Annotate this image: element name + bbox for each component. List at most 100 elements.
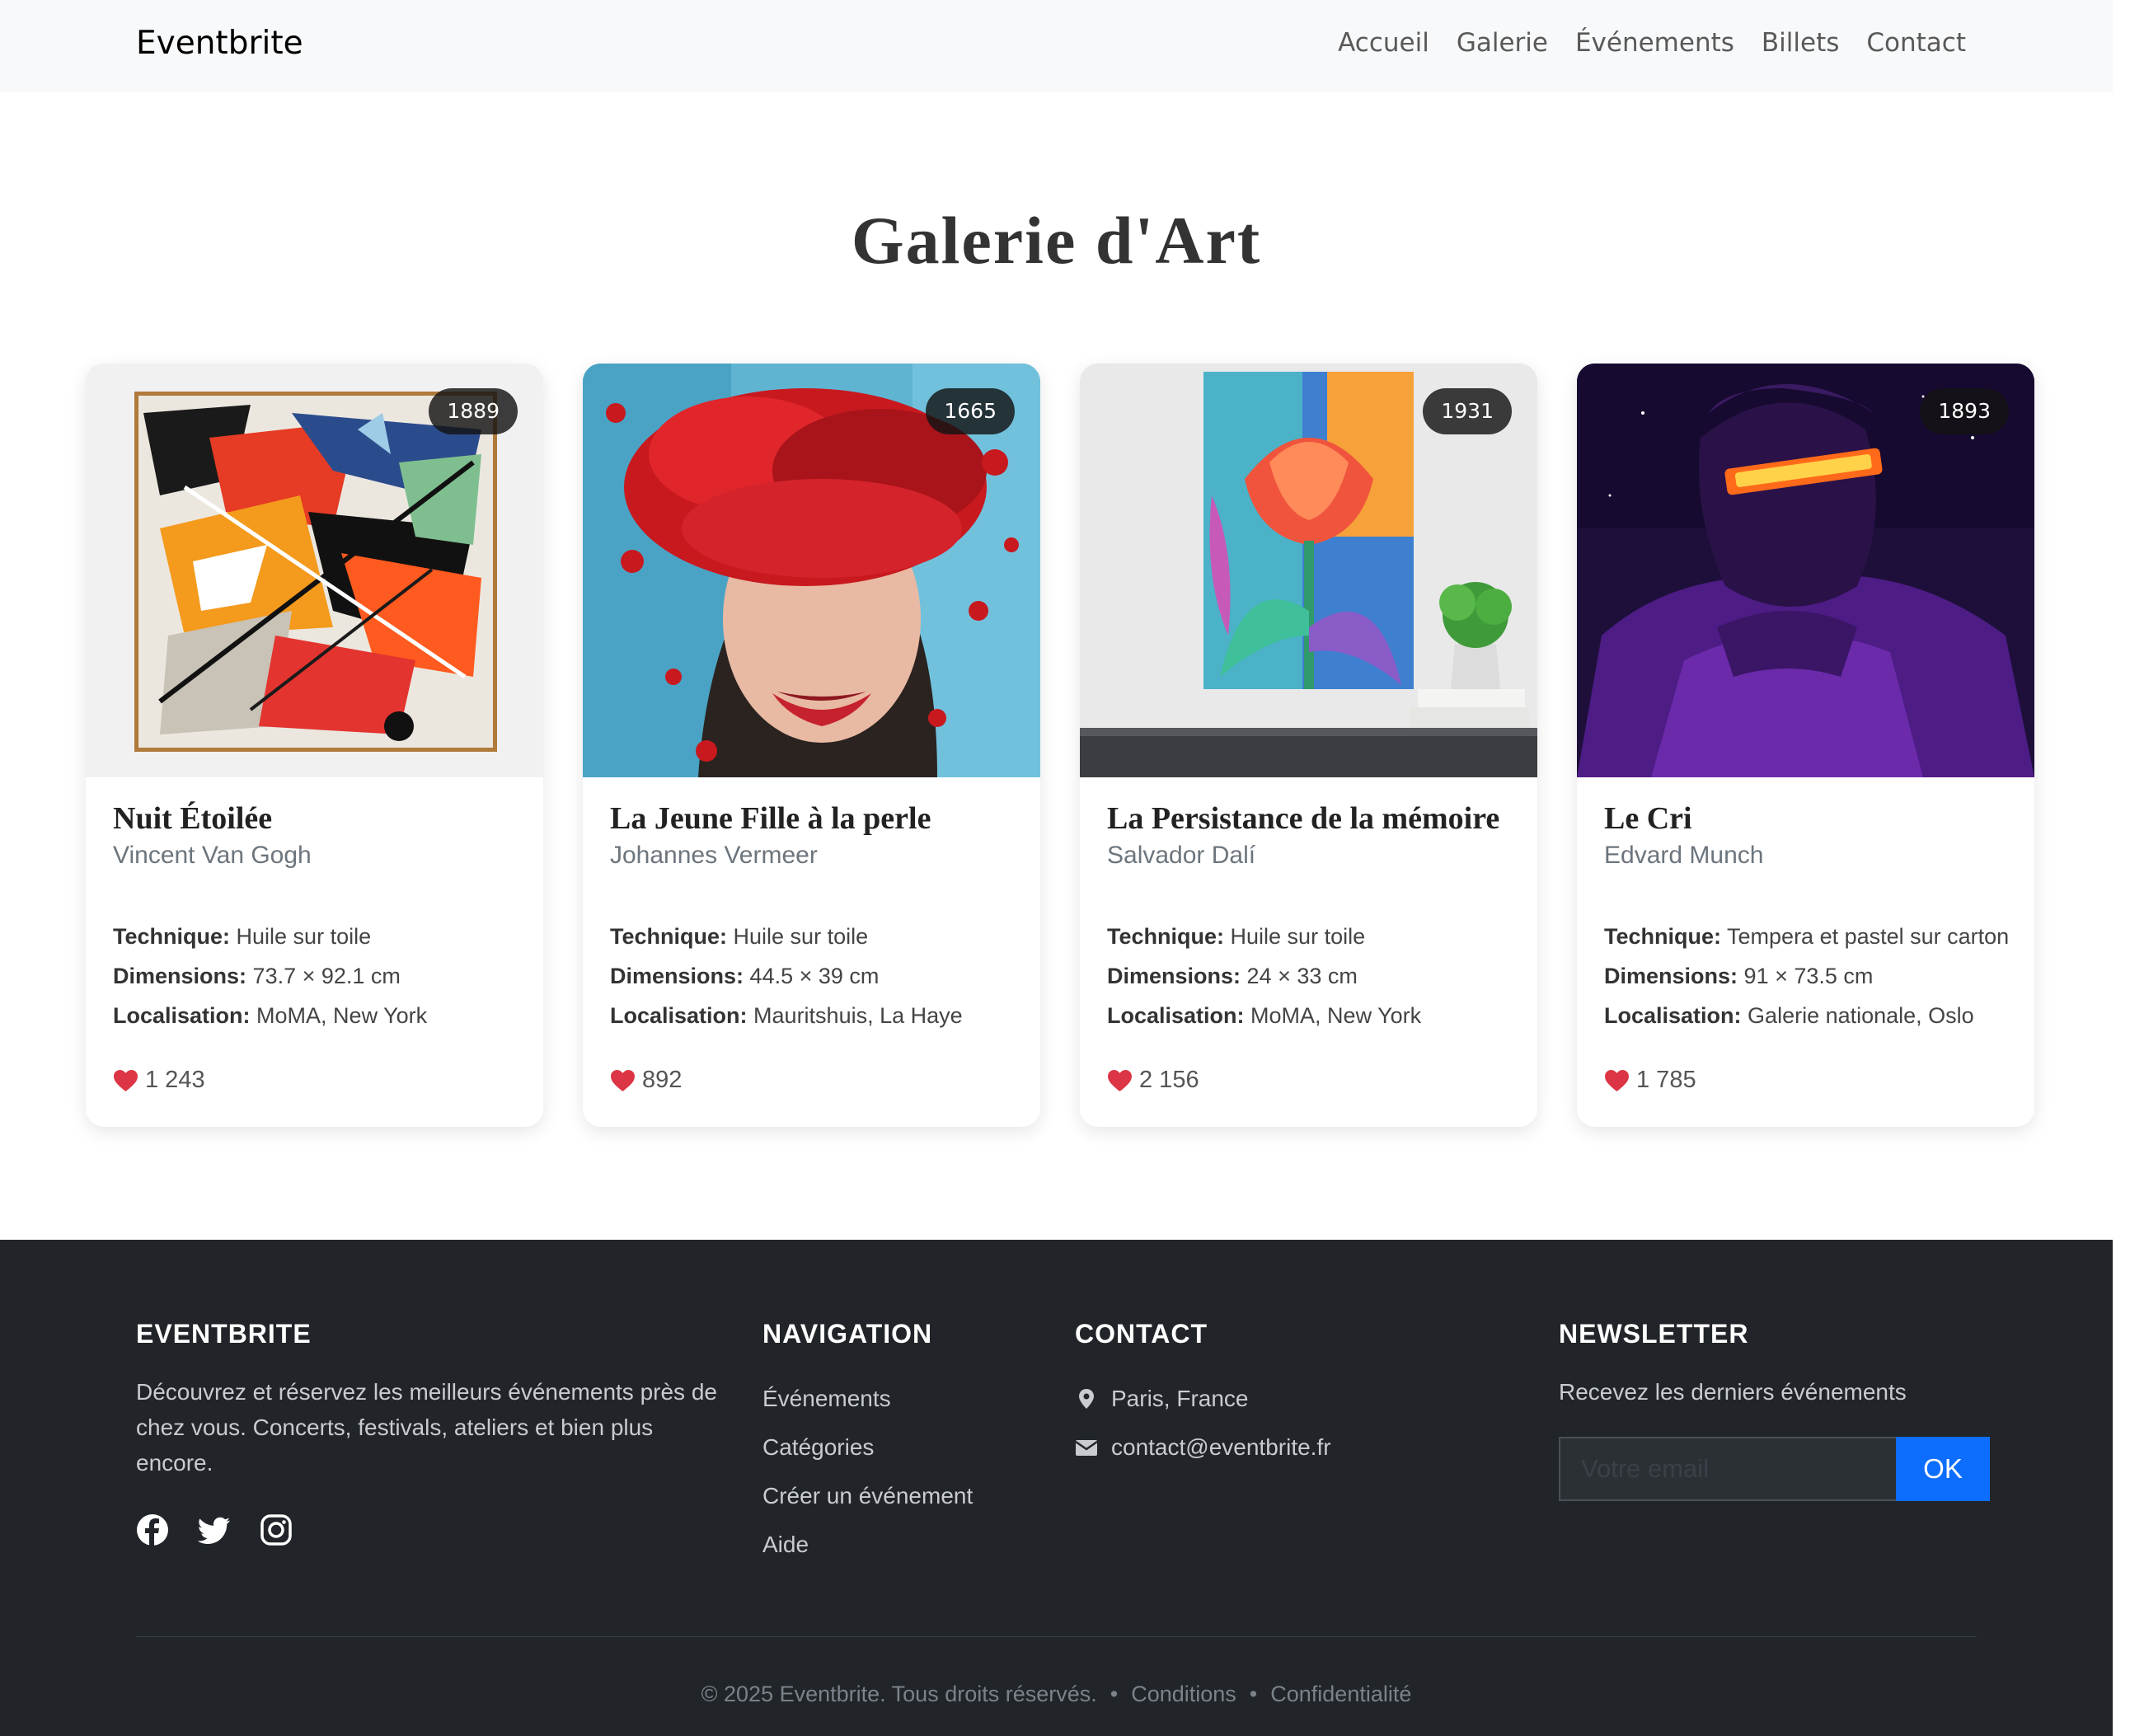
newsletter-submit-button[interactable]: OK [1896, 1437, 1990, 1501]
twitter-icon[interactable] [198, 1513, 231, 1546]
artwork-title[interactable]: Nuit Étoilée [113, 800, 523, 838]
footer-link-aide[interactable]: Aide [762, 1520, 973, 1569]
nav-links: Accueil Galerie Événements Billets Conta… [1338, 28, 1966, 58]
footer-link-categories[interactable]: Catégories [762, 1423, 973, 1471]
location-value: Galerie nationale, Oslo [1748, 1003, 1974, 1028]
technique-label: Technique: [1107, 924, 1225, 949]
artwork-details: Technique: Huile sur toile Dimensions: 4… [610, 917, 1024, 1035]
like-count: 892 [642, 1067, 683, 1093]
year-badge: 1665 [926, 388, 1015, 434]
like-button[interactable]: 1 785 [1604, 1067, 1696, 1094]
nav-link-galerie[interactable]: Galerie [1457, 28, 1548, 58]
separator: • [1110, 1682, 1119, 1706]
brand-logo[interactable]: Eventbrite [136, 25, 303, 62]
artwork-details: Technique: Huile sur toile Dimensions: 2… [1107, 917, 1521, 1035]
instagram-icon[interactable] [260, 1513, 293, 1546]
artwork-details: Technique: Huile sur toile Dimensions: 7… [113, 917, 527, 1035]
footer-contact: CONTACT Paris, France contact@eventbrite… [1075, 1319, 1331, 1471]
technique-value: Tempera et pastel sur carton [1727, 924, 2010, 949]
nav-link-contact[interactable]: Contact [1866, 28, 1966, 58]
contact-email[interactable]: contact@eventbrite.fr [1075, 1423, 1331, 1471]
artwork-card[interactable]: 1893 Le Cri Edvard Munch Technique: Temp… [1577, 364, 2034, 1127]
artwork-image: 1665 [583, 364, 1040, 777]
technique-label: Technique: [1604, 924, 1722, 949]
footer-contact-heading: CONTACT [1075, 1319, 1208, 1349]
technique-value: Huile sur toile [1230, 924, 1366, 949]
dimensions-label: Dimensions: [1604, 964, 1738, 988]
artwork-card[interactable]: 1665 La Jeune Fille à la perle Johannes … [583, 364, 1040, 1127]
footer-nav-heading: NAVIGATION [762, 1319, 933, 1349]
technique-label: Technique: [113, 924, 231, 949]
artwork-image: 1889 [86, 364, 543, 777]
dimensions-label: Dimensions: [113, 964, 247, 988]
dimensions-value: 24 × 33 cm [1246, 964, 1358, 988]
technique-label: Technique: [610, 924, 728, 949]
nav-link-evenements[interactable]: Événements [1575, 28, 1734, 58]
heart-icon [1605, 1069, 1629, 1091]
artwork-artist: Edvard Munch [1604, 841, 1764, 869]
heart-icon [611, 1069, 635, 1091]
newsletter-text: Recevez les derniers événements [1559, 1379, 1907, 1405]
heart-icon [1108, 1069, 1132, 1091]
like-count: 1 243 [145, 1067, 205, 1093]
social-links [136, 1513, 730, 1546]
artwork-details: Technique: Tempera et pastel sur carton … [1604, 917, 2018, 1035]
footer-about-text: Découvrez et réservez les meilleurs évén… [136, 1379, 717, 1476]
year-badge: 1931 [1423, 388, 1512, 434]
dimensions-label: Dimensions: [1107, 964, 1241, 988]
dimensions-value: 73.7 × 92.1 cm [252, 964, 401, 988]
nav-link-billets[interactable]: Billets [1762, 28, 1839, 58]
like-button[interactable]: 892 [610, 1067, 682, 1094]
artwork-image: 1893 [1577, 364, 2034, 777]
copyright-bar: © 2025 Eventbrite. Tous droits réservés.… [0, 1682, 2113, 1707]
year-badge: 1889 [429, 388, 518, 434]
copyright-text: © 2025 Eventbrite. Tous droits réservés. [701, 1682, 1097, 1706]
artwork-title[interactable]: Le Cri [1604, 800, 2014, 838]
artwork-artist: Vincent Van Gogh [113, 841, 312, 869]
footer-navigation: NAVIGATION Événements Catégories Créer u… [762, 1319, 973, 1569]
like-count: 1 785 [1636, 1067, 1696, 1093]
artwork-card[interactable]: 1931 La Persistance de la mémoire Salvad… [1080, 364, 1537, 1127]
footer-link-evenements[interactable]: Événements [762, 1374, 973, 1423]
footer: EVENTBRITE Découvrez et réservez les mei… [0, 1240, 2113, 1736]
like-button[interactable]: 2 156 [1107, 1067, 1199, 1094]
location-value: MoMA, New York [1250, 1003, 1422, 1028]
artwork-card[interactable]: 1889 Nuit Étoilée Vincent Van Gogh Techn… [86, 364, 543, 1127]
artwork-title[interactable]: La Jeune Fille à la perle [610, 800, 1020, 838]
contact-email-text[interactable]: contact@eventbrite.fr [1111, 1434, 1331, 1461]
artwork-artist: Johannes Vermeer [610, 841, 818, 869]
artwork-artist: Salvador Dalí [1107, 841, 1256, 869]
envelope-icon [1075, 1439, 1098, 1456]
technique-value: Huile sur toile [733, 924, 869, 949]
dimensions-value: 44.5 × 39 cm [749, 964, 880, 988]
footer-about: EVENTBRITE Découvrez et réservez les mei… [136, 1319, 730, 1546]
location-label: Localisation: [1604, 1003, 1742, 1028]
newsletter-email-input[interactable] [1559, 1437, 1896, 1501]
location-label: Localisation: [610, 1003, 748, 1028]
privacy-link[interactable]: Confidentialité [1270, 1682, 1411, 1706]
dimensions-value: 91 × 73.5 cm [1743, 964, 1874, 988]
facebook-icon[interactable] [136, 1513, 169, 1546]
technique-value: Huile sur toile [236, 924, 372, 949]
navbar: Eventbrite Accueil Galerie Événements Bi… [0, 0, 2113, 92]
year-badge: 1893 [1920, 388, 2009, 434]
heart-icon [114, 1069, 138, 1091]
nav-link-accueil[interactable]: Accueil [1338, 28, 1429, 58]
artwork-title[interactable]: La Persistance de la mémoire [1107, 800, 1517, 838]
separator: • [1249, 1682, 1258, 1706]
location-label: Localisation: [1107, 1003, 1245, 1028]
footer-newsletter: NEWSLETTER Recevez les derniers événemen… [1559, 1319, 1990, 1508]
conditions-link[interactable]: Conditions [1131, 1682, 1236, 1706]
location-label: Localisation: [113, 1003, 251, 1028]
contact-location: Paris, France [1075, 1374, 1331, 1423]
footer-divider [136, 1636, 1977, 1637]
location-value: Mauritshuis, La Haye [753, 1003, 963, 1028]
dimensions-label: Dimensions: [610, 964, 744, 988]
footer-brand-heading: EVENTBRITE [136, 1319, 312, 1349]
contact-location-text: Paris, France [1111, 1385, 1249, 1411]
location-pin-icon [1079, 1388, 1094, 1409]
footer-link-creer-evenement[interactable]: Créer un événement [762, 1471, 973, 1520]
like-button[interactable]: 1 243 [113, 1067, 205, 1094]
location-value: MoMA, New York [256, 1003, 428, 1028]
like-count: 2 156 [1139, 1067, 1199, 1093]
